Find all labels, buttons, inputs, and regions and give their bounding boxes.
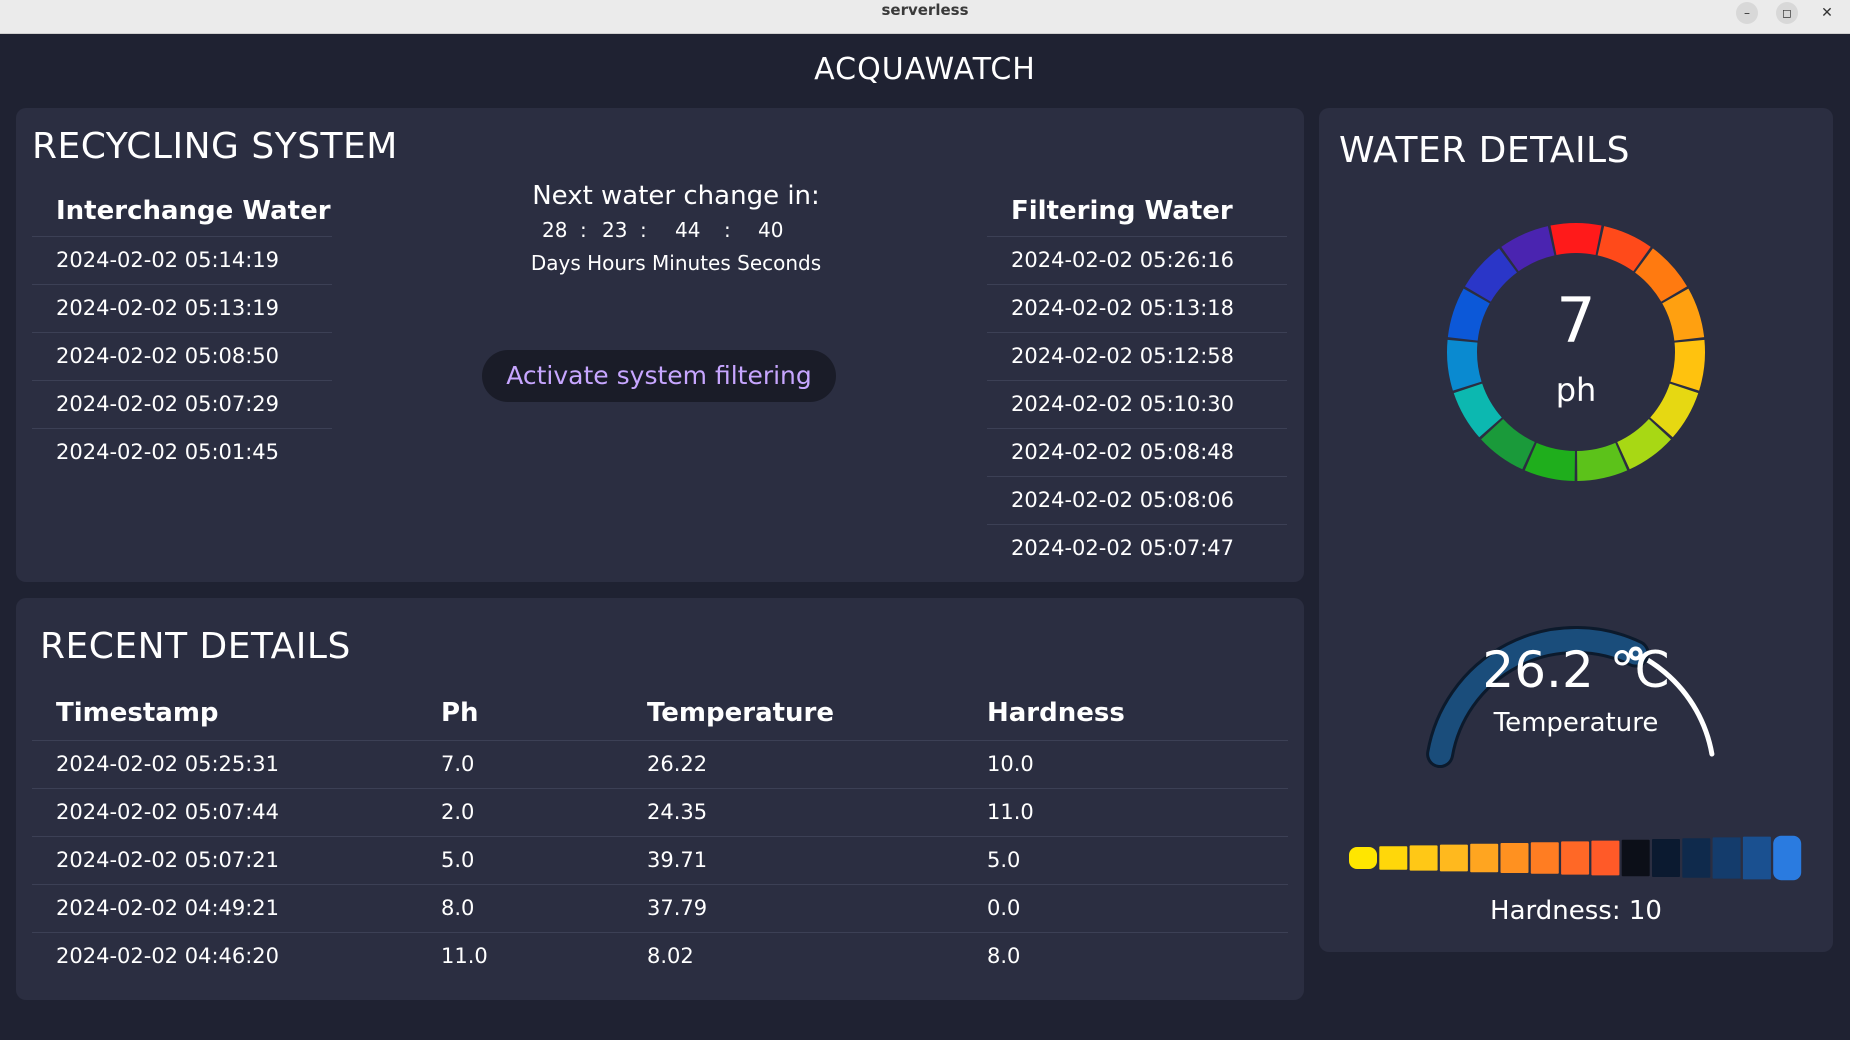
filtering-water-list: Filtering Water 2024-02-02 05:26:16 2024… bbox=[987, 182, 1287, 572]
countdown-minutes: 44 bbox=[675, 218, 701, 242]
list-item: 2024-02-02 05:01:45 bbox=[32, 428, 332, 476]
window-titlebar: serverless – ◻ ✕ bbox=[0, 0, 1850, 34]
countdown-hours: 23 bbox=[602, 218, 628, 242]
ph-wheel-segment bbox=[1524, 442, 1575, 481]
water-change-countdown: Next water change in: 28 : 23 : 44 : 40 … bbox=[456, 178, 896, 278]
filtering-water-header: Filtering Water bbox=[1011, 196, 1233, 226]
cell-ph: 2.0 bbox=[417, 787, 623, 836]
list-item: 2024-02-02 05:08:48 bbox=[987, 428, 1287, 476]
list-item: 2024-02-02 05:13:18 bbox=[987, 284, 1287, 332]
countdown-units: Days Hours Minutes Seconds bbox=[530, 251, 822, 275]
column-header-ph: Ph bbox=[441, 697, 479, 728]
hardness-segment bbox=[1591, 840, 1620, 876]
list-item: 2024-02-02 05:12:58 bbox=[987, 332, 1287, 380]
temperature-value: 26.2 °C bbox=[1482, 641, 1670, 699]
ph-value: 7 bbox=[1556, 284, 1596, 357]
countdown-values: 28 : 23 : 44 : 40 bbox=[456, 214, 896, 246]
column-header-temperature: Temperature bbox=[647, 697, 835, 728]
list-item: 2024-02-02 05:26:16 bbox=[987, 236, 1287, 284]
table-row: 2024-02-02 05:07:21 5.0 39.71 5.0 bbox=[32, 835, 1288, 884]
cell-timestamp: 2024-02-02 05:07:44 bbox=[32, 787, 417, 836]
table-row: 2024-02-02 05:07:44 2.0 24.35 11.0 bbox=[32, 787, 1288, 836]
list-item: 2024-02-02 05:08:06 bbox=[987, 476, 1287, 524]
hardness-segment bbox=[1379, 846, 1408, 870]
list-item: 2024-02-02 05:07:29 bbox=[32, 380, 332, 428]
hardness-segment bbox=[1439, 844, 1468, 872]
hardness-segment bbox=[1500, 843, 1529, 873]
hardness-segment bbox=[1470, 843, 1499, 873]
countdown-title: Next water change in: bbox=[532, 181, 820, 211]
ph-unit: ph bbox=[1555, 371, 1597, 409]
cell-temperature: 8.02 bbox=[623, 931, 963, 980]
interchange-water-list: Interchange Water 2024-02-02 05:14:19 20… bbox=[32, 182, 332, 476]
ph-wheel-segment bbox=[1550, 223, 1602, 255]
water-details-panel: WATER DETAILS 7 ph 26.2 °C Temperature H… bbox=[1319, 108, 1833, 952]
cell-temperature: 24.35 bbox=[623, 787, 963, 836]
window-title: serverless bbox=[881, 1, 969, 19]
minimize-icon[interactable]: – bbox=[1736, 2, 1758, 24]
countdown-separator: : bbox=[640, 218, 647, 242]
hardness-segment bbox=[1530, 842, 1559, 874]
table-header-row: Timestamp Ph Temperature Hardness bbox=[32, 686, 1288, 740]
cell-ph: 11.0 bbox=[417, 931, 623, 980]
cell-hardness: 0.0 bbox=[963, 883, 1288, 932]
hardness-segment bbox=[1742, 836, 1771, 880]
cell-hardness: 8.0 bbox=[963, 931, 1288, 980]
cell-temperature: 39.71 bbox=[623, 835, 963, 884]
cell-timestamp: 2024-02-02 04:46:20 bbox=[32, 931, 417, 980]
cell-timestamp: 2024-02-02 04:49:21 bbox=[32, 883, 417, 932]
column-header-timestamp: Timestamp bbox=[56, 697, 219, 728]
list-item: 2024-02-02 05:07:47 bbox=[987, 524, 1287, 572]
countdown-separator: : bbox=[724, 218, 731, 242]
cell-temperature: 37.79 bbox=[623, 883, 963, 932]
cell-ph: 5.0 bbox=[417, 835, 623, 884]
cell-ph: 8.0 bbox=[417, 883, 623, 932]
hardness-segment bbox=[1682, 838, 1711, 878]
cell-hardness: 10.0 bbox=[963, 739, 1288, 788]
table-row: 2024-02-02 04:46:20 11.0 8.02 8.0 bbox=[32, 931, 1288, 980]
cell-temperature: 26.22 bbox=[623, 739, 963, 788]
hardness-segment bbox=[1409, 845, 1438, 871]
close-icon[interactable]: ✕ bbox=[1816, 2, 1838, 24]
activate-filtering-button[interactable]: Activate system filtering bbox=[482, 350, 836, 402]
recent-details-panel: RECENT DETAILS Timestamp Ph Temperature … bbox=[16, 598, 1304, 1000]
hardness-segment bbox=[1561, 841, 1590, 875]
hardness-segment bbox=[1773, 835, 1802, 881]
hardness-segment bbox=[1349, 847, 1377, 869]
list-item: 2024-02-02 05:08:50 bbox=[32, 332, 332, 380]
recent-details-table: Timestamp Ph Temperature Hardness 2024-0… bbox=[32, 686, 1288, 980]
ph-wheel-segment bbox=[1577, 442, 1628, 481]
cell-ph: 7.0 bbox=[417, 739, 623, 788]
table-row: 2024-02-02 04:49:21 8.0 37.79 0.0 bbox=[32, 883, 1288, 932]
list-item: 2024-02-02 05:13:19 bbox=[32, 284, 332, 332]
column-header-hardness: Hardness bbox=[987, 697, 1125, 728]
recycling-system-panel: RECYCLING SYSTEM Interchange Water 2024-… bbox=[16, 108, 1304, 582]
recycling-system-title: RECYCLING SYSTEM bbox=[32, 126, 398, 167]
hardness-segment bbox=[1652, 839, 1680, 877]
hardness-segment bbox=[1621, 839, 1650, 877]
countdown-separator: : bbox=[580, 218, 587, 242]
list-item: 2024-02-02 05:14:19 bbox=[32, 236, 332, 284]
list-item: 2024-02-02 05:10:30 bbox=[987, 380, 1287, 428]
hardness-bar bbox=[1349, 835, 1802, 881]
maximize-icon[interactable]: ◻ bbox=[1776, 2, 1798, 24]
interchange-water-header: Interchange Water bbox=[56, 196, 331, 226]
recent-details-title: RECENT DETAILS bbox=[40, 626, 351, 667]
cell-hardness: 11.0 bbox=[963, 787, 1288, 836]
app-title: ACQUAWATCH bbox=[814, 52, 1036, 87]
temperature-label: Temperature bbox=[1493, 708, 1659, 738]
countdown-seconds: 40 bbox=[758, 218, 784, 242]
cell-timestamp: 2024-02-02 05:07:21 bbox=[32, 835, 417, 884]
hardness-segment bbox=[1712, 837, 1741, 879]
table-row: 2024-02-02 05:25:31 7.0 26.22 10.0 bbox=[32, 739, 1288, 788]
hardness-label: Hardness: 10 bbox=[1490, 896, 1662, 926]
countdown-days: 28 bbox=[542, 218, 568, 242]
cell-hardness: 5.0 bbox=[963, 835, 1288, 884]
cell-timestamp: 2024-02-02 05:25:31 bbox=[32, 739, 417, 788]
